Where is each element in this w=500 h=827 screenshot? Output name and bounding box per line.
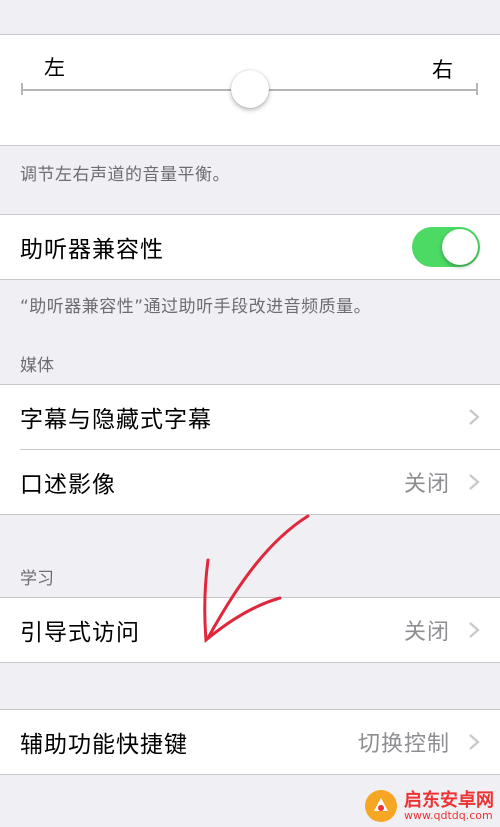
learning-header: 学习	[20, 569, 54, 589]
guided-access-label: 引导式访问	[20, 620, 140, 646]
guided-access-value: 关闭	[403, 620, 450, 645]
slider-footer: 调节左右声道的音量平衡。	[20, 165, 230, 185]
shortcut-group: 辅助功能快捷键 切换控制	[0, 709, 500, 775]
list-item-audio-description[interactable]: 口述影像 关闭	[0, 450, 500, 514]
shortcut-value: 切换控制	[357, 732, 450, 757]
slider-left-label: 左	[44, 56, 65, 80]
watermark-logo-icon	[365, 790, 397, 822]
media-header: 媒体	[20, 356, 54, 376]
hearing-aid-toggle[interactable]	[412, 227, 480, 267]
list-item-captions[interactable]: 字幕与隐藏式字幕	[0, 385, 500, 449]
hearing-aid-footer: “助听器兼容性”通过助听手段改进音频质量。	[20, 297, 372, 317]
audio-description-value: 关闭	[403, 472, 450, 497]
chevron-right-icon	[469, 734, 480, 750]
hearing-aid-group: 助听器兼容性	[0, 214, 500, 280]
balance-slider-thumb[interactable]	[230, 70, 269, 108]
media-group: 字幕与隐藏式字幕 口述影像 关闭	[0, 384, 500, 515]
chevron-right-icon	[469, 474, 480, 490]
slider-right-label: 右	[432, 58, 453, 82]
hearing-aid-row: 助听器兼容性	[0, 215, 500, 279]
shortcut-label: 辅助功能快捷键	[20, 732, 188, 758]
balance-slider-group: 左 右	[0, 34, 500, 146]
watermark-logo: 启东安卓网 www.qdtdq.com	[364, 789, 494, 823]
chevron-right-icon	[469, 622, 480, 638]
toggle-knob	[442, 229, 478, 265]
slider-tick-right	[476, 83, 478, 95]
slider-tick-left	[21, 83, 23, 95]
captions-label: 字幕与隐藏式字幕	[20, 407, 212, 433]
audio-description-label: 口述影像	[20, 472, 116, 498]
annotation-arrow-icon	[203, 514, 310, 644]
list-item-accessibility-shortcut[interactable]: 辅助功能快捷键 切换控制	[0, 710, 500, 774]
watermark-url: www.qdtdq.com	[404, 808, 493, 822]
watermark-title: 启东安卓网	[404, 789, 494, 811]
hearing-aid-label: 助听器兼容性	[20, 237, 164, 263]
chevron-right-icon	[469, 409, 480, 425]
